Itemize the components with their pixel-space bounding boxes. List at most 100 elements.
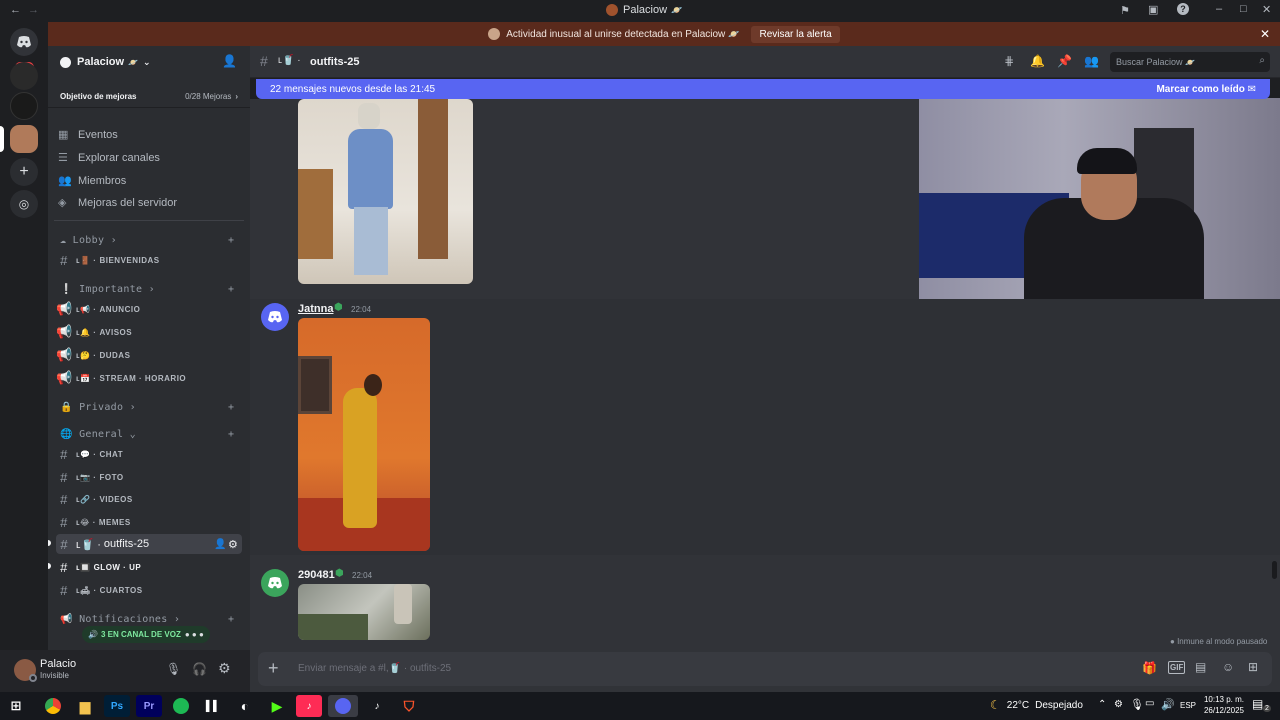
menu-browse-channels[interactable]: ☰ Explorar canales: [58, 151, 160, 165]
channel-chat[interactable]: # ʟ💬 · CHAT: [56, 444, 242, 464]
server-header[interactable]: Palaciow 🪐 ⌄ 👤: [48, 46, 250, 78]
volume-icon[interactable]: 🔊: [1161, 698, 1175, 711]
tray-icon[interactable]: ⚙: [1114, 699, 1123, 710]
message-author[interactable]: Jatnna: [298, 303, 333, 315]
channel-bienvenidas[interactable]: # ʟ🚪 · BIENVENIDAS: [56, 250, 242, 270]
invite-icon[interactable]: 👤: [214, 539, 226, 550]
settings-gear-icon[interactable]: ⚙: [218, 660, 231, 677]
channel-stream[interactable]: 📢 ʟ📅 · STREAM · HORARIO: [56, 368, 242, 388]
channel-cuartos[interactable]: # ʟ🛋 · CUARTOS: [56, 580, 242, 600]
back-arrow-icon[interactable]: ←: [10, 4, 21, 16]
server-avatar-icon: [606, 4, 618, 16]
close-window-button[interactable]: ✕: [1262, 3, 1271, 16]
add-server-icon[interactable]: +: [10, 158, 38, 186]
premiere-icon[interactable]: Pr: [136, 695, 162, 717]
selected-server-pill: [0, 126, 4, 152]
emoji-icon[interactable]: ☺: [1222, 660, 1234, 674]
spotify-icon[interactable]: [168, 695, 194, 717]
add-channel-icon[interactable]: +: [228, 429, 234, 440]
help-icon[interactable]: ?: [1177, 3, 1189, 15]
close-alert-icon[interactable]: ✕: [1260, 27, 1270, 41]
add-channel-icon[interactable]: +: [228, 284, 234, 295]
flag-icon[interactable]: ⚑: [1120, 4, 1130, 17]
channel-anuncio[interactable]: 📢 ʟ📢 · ANUNCIO: [56, 299, 242, 319]
obs-icon[interactable]: ◐: [232, 695, 258, 717]
microphone-icon[interactable]: 🎙: [166, 662, 181, 676]
threads-icon[interactable]: ⋕: [1004, 54, 1014, 68]
tiktok-icon[interactable]: ♪: [364, 695, 390, 717]
search-input[interactable]: Buscar Palaciow 🪐 ⌕: [1110, 52, 1270, 72]
menu-server-boosts[interactable]: ◈ Mejoras del servidor: [58, 196, 177, 210]
chevron-up-icon[interactable]: ⌃: [1098, 699, 1106, 710]
author-avatar[interactable]: [261, 569, 289, 597]
server-icon-palaciow[interactable]: [10, 125, 38, 153]
invite-people-icon[interactable]: 👤: [222, 54, 237, 68]
attach-plus-icon[interactable]: +: [268, 658, 279, 679]
message-author[interactable]: 290481: [298, 569, 335, 581]
language-indicator[interactable]: ESP: [1180, 701, 1196, 710]
add-channel-icon[interactable]: +: [228, 402, 234, 413]
screen-icon[interactable]: ▣: [1148, 3, 1158, 16]
home-discord-icon[interactable]: [10, 28, 38, 56]
gift-icon[interactable]: 🎁: [1142, 661, 1157, 675]
category-importante[interactable]: ❕ Importante › +: [60, 284, 250, 295]
author-avatar[interactable]: [261, 303, 289, 331]
review-alert-button[interactable]: Revisar la alerta: [751, 25, 840, 43]
category-privado[interactable]: 🔒 Privado › +: [60, 402, 250, 413]
mic-tray-icon[interactable]: 🎙: [1130, 698, 1144, 711]
menu-events[interactable]: ▦ Eventos: [58, 128, 118, 142]
chrome-icon[interactable]: [40, 695, 66, 717]
image-person-head: [364, 374, 382, 396]
category-general[interactable]: 🌐 General ⌄ +: [60, 429, 250, 440]
message-image-2[interactable]: [298, 318, 430, 551]
clock[interactable]: 10:13 p. m. 26/12/2025: [1200, 694, 1244, 716]
bell-icon[interactable]: 🔔: [1030, 54, 1045, 68]
kick-icon[interactable]: ▶: [264, 695, 290, 717]
maximize-button[interactable]: □: [1240, 3, 1247, 15]
gif-icon[interactable]: GIF: [1168, 661, 1186, 674]
discord-taskbar-icon[interactable]: [328, 695, 358, 717]
tiktok-studio-icon[interactable]: ♪: [296, 695, 322, 717]
forward-arrow-icon[interactable]: →: [28, 4, 39, 16]
user-name[interactable]: Palacio: [40, 658, 76, 670]
add-channel-icon[interactable]: +: [228, 235, 234, 246]
boost-goal[interactable]: Objetivo de mejoras 0/28 Mejoras ›: [48, 86, 250, 108]
scrollbar-thumb[interactable]: [1272, 561, 1277, 579]
server-icon-respect[interactable]: [10, 62, 38, 90]
notification-icon[interactable]: ▤: [1252, 697, 1263, 711]
unread-dot: [48, 563, 51, 569]
sticker-icon[interactable]: ▤: [1195, 660, 1206, 674]
server-icon-dark[interactable]: [10, 92, 38, 120]
photoshop-icon[interactable]: Ps: [104, 695, 130, 717]
mark-read-button[interactable]: Marcar como leído ✉: [1156, 84, 1256, 95]
pin-icon[interactable]: 📌: [1057, 54, 1072, 68]
network-icon[interactable]: ▭: [1145, 698, 1154, 709]
category-lobby[interactable]: ☁ Lobby › +: [60, 235, 250, 246]
channel-glow-up[interactable]: # ʟ🔲 GLOW · UP: [56, 557, 242, 577]
file-explorer-icon[interactable]: ▆: [72, 695, 98, 717]
channel-memes[interactable]: # ʟ😂 · MEMES: [56, 512, 242, 532]
gear-icon[interactable]: ⚙: [228, 538, 238, 551]
audio-app-icon[interactable]: ▌▌: [200, 695, 226, 717]
message-image-3[interactable]: [298, 584, 430, 640]
brave-icon[interactable]: ⛉: [396, 695, 422, 717]
add-channel-icon[interactable]: +: [228, 614, 234, 625]
channel-foto[interactable]: # ʟ📷 · FOTO: [56, 467, 242, 487]
message-input[interactable]: + Enviar mensaje a #l,🥤 · outfits-25 🎁 G…: [258, 652, 1272, 686]
category-notificaciones[interactable]: 📢 Notificaciones › +: [60, 614, 250, 625]
menu-members[interactable]: 👥 Miembros: [58, 174, 126, 188]
headphones-icon[interactable]: 🎧: [192, 662, 207, 676]
apps-icon[interactable]: ⊞: [1248, 660, 1258, 674]
channel-avisos[interactable]: 📢 ʟ🔔 · AVISOS: [56, 322, 242, 342]
start-windows-icon[interactable]: ⊞: [3, 695, 29, 717]
new-messages-bar[interactable]: 22 mensajes nuevos desde las 21:45 Marca…: [256, 79, 1270, 99]
voice-channel-pill[interactable]: 🔊 3 EN CANAL DE VOZ ● ● ●: [82, 626, 210, 643]
minimize-button[interactable]: –: [1216, 3, 1222, 15]
weather-widget[interactable]: ☾ 22°C Despejado: [990, 698, 1083, 712]
member-list-icon[interactable]: 👥: [1084, 54, 1099, 68]
discover-icon[interactable]: ◎: [10, 190, 38, 218]
channel-videos[interactable]: # ʟ🔗 · VIDEOS: [56, 489, 242, 509]
message-image-1[interactable]: [298, 99, 473, 284]
channel-outfits-active[interactable]: # ʟ🥤 · outfits-25 👤 ⚙: [56, 534, 242, 554]
channel-dudas[interactable]: 📢 ʟ🤔 · DUDAS: [56, 345, 242, 365]
